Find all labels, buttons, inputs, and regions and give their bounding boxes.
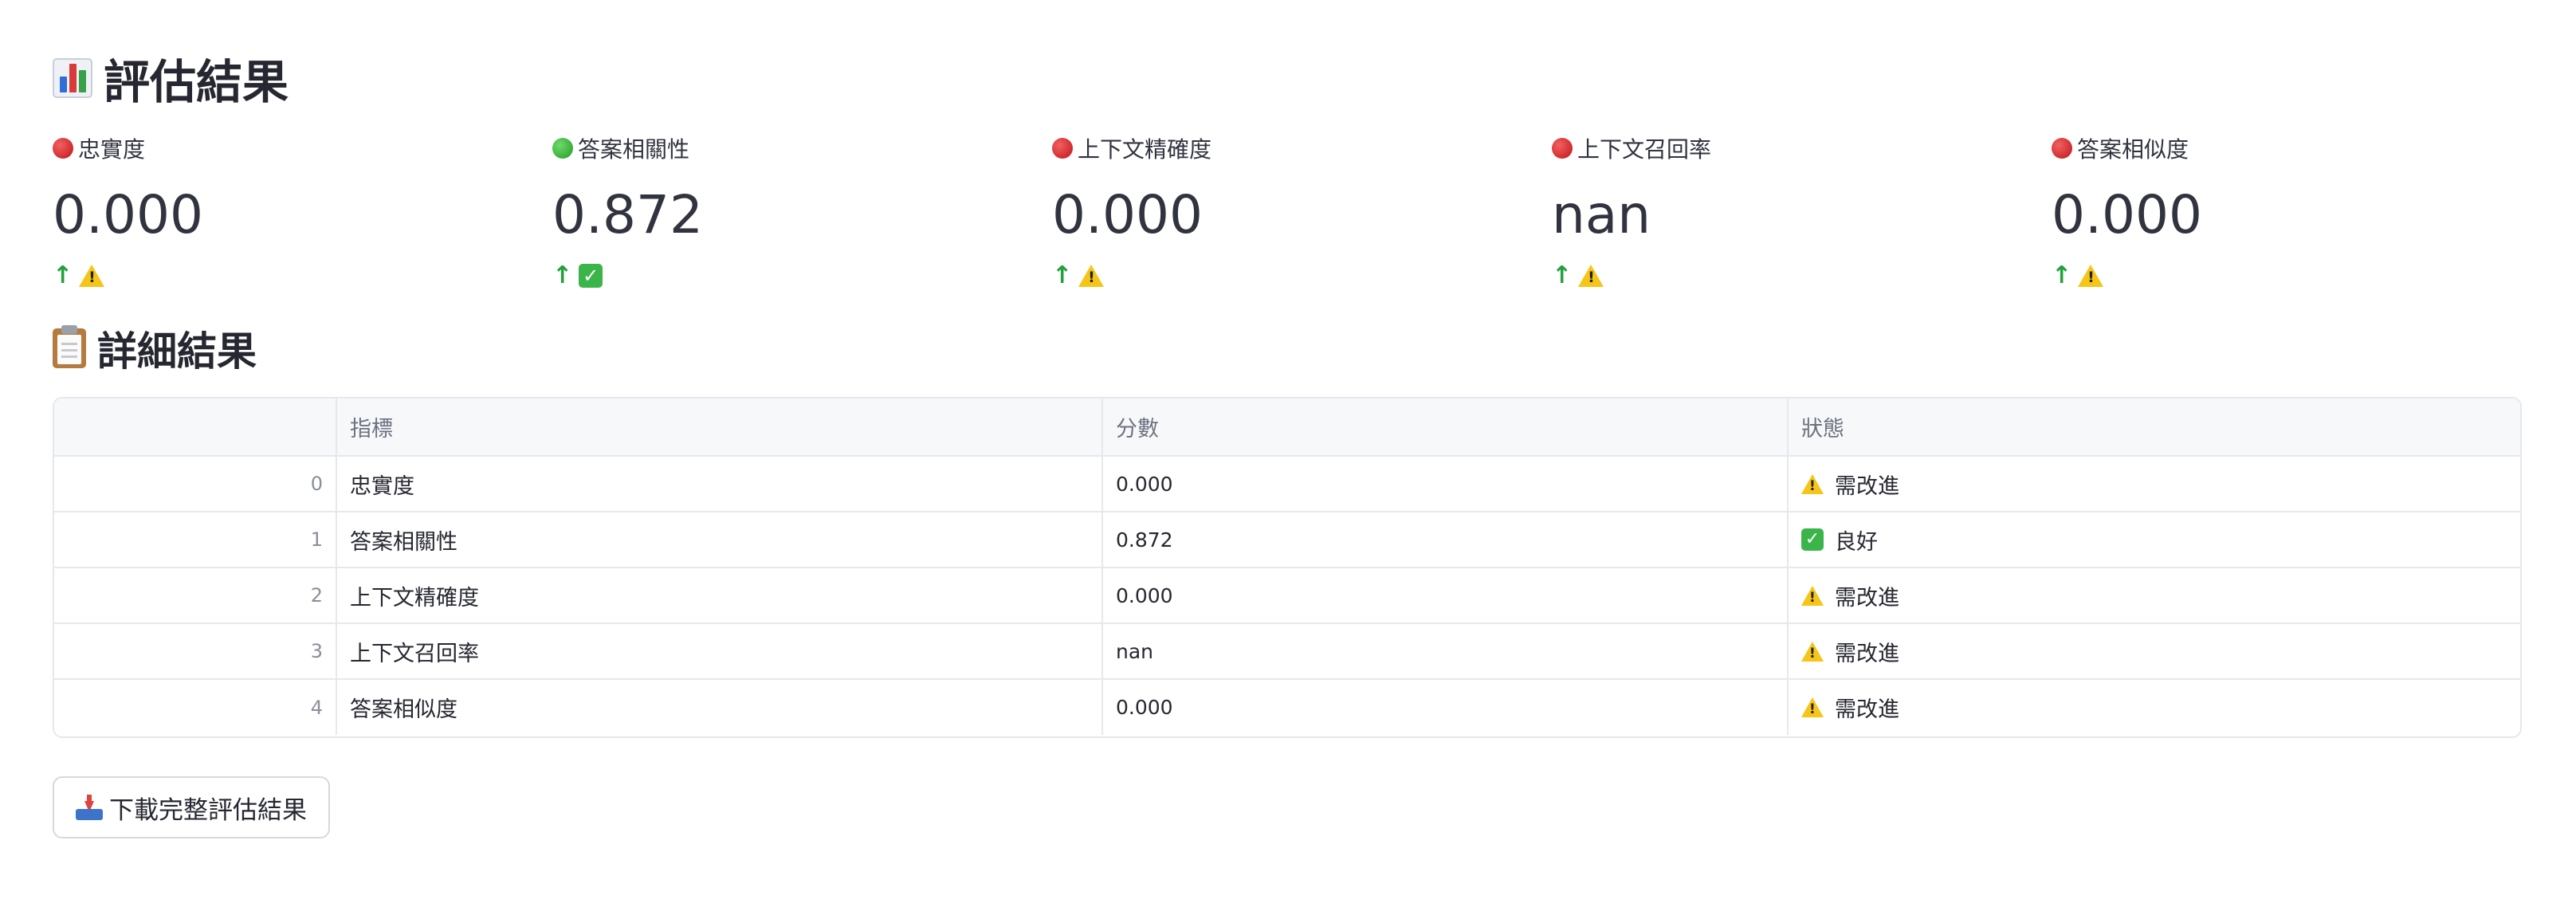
arrow-up-icon: ↑ [1552, 261, 1573, 289]
metric-delta: ↑ [1552, 261, 1998, 290]
warning-icon [1078, 265, 1105, 287]
table-row: 0 忠實度 0.000 需改進 [54, 456, 2520, 512]
metric-cell[interactable]: 忠實度 [336, 456, 1103, 512]
arrow-up-icon: ↑ [552, 261, 573, 289]
metric-cell[interactable]: 上下文召回率 [336, 623, 1103, 680]
red-circle-icon [1052, 138, 1073, 159]
table-row: 2 上下文精確度 0.000 需改進 [54, 567, 2520, 624]
metric-delta: ↑ [2052, 261, 2498, 290]
metric-cell[interactable]: 答案相關性 [336, 512, 1103, 568]
metric-value: nan [1552, 184, 1651, 245]
metric-delta: ↑ [1052, 261, 1498, 290]
score-cell[interactable]: 0.000 [1102, 567, 1789, 624]
status-cell[interactable]: 需改進 [1788, 623, 2520, 680]
metric-context-recall: 上下文召回率 nan ↑ [1552, 132, 1998, 290]
metric-answer-relevancy: 答案相關性 0.872 ↑ ✓ [552, 132, 999, 290]
table-row: 1 答案相關性 0.872 ✓ 良好 [54, 512, 2520, 568]
column-header-status[interactable]: 狀態 [1788, 399, 2520, 457]
row-index[interactable]: 2 [54, 567, 337, 624]
warning-icon [1801, 473, 1824, 494]
status-text: 需改進 [1835, 641, 1899, 666]
metric-value: 0.000 [1052, 184, 1203, 245]
status-cell[interactable]: 需改進 [1788, 679, 2520, 735]
check-icon: ✓ [579, 264, 603, 288]
table-header-row: 指標 分數 狀態 [54, 399, 2520, 457]
table-row: 4 答案相似度 0.000 需改進 [54, 679, 2520, 735]
column-header-score[interactable]: 分數 [1102, 399, 1789, 457]
status-text: 需改進 [1835, 585, 1899, 611]
arrow-up-icon: ↑ [53, 261, 73, 289]
clipboard-icon [53, 325, 86, 368]
status-cell[interactable]: 需改進 [1788, 567, 2520, 624]
metric-value: 0.000 [2052, 184, 2202, 245]
inbox-tray-icon [76, 795, 103, 820]
row-index[interactable]: 1 [54, 512, 337, 568]
metric-value: 0.000 [53, 184, 203, 245]
metric-cell[interactable]: 上下文精確度 [336, 567, 1103, 624]
evaluation-heading: 評估結果 [53, 46, 289, 110]
metric-label: 答案相似度 [2077, 136, 2189, 163]
evaluation-page: 評估結果 忠實度 0.000 ↑ 答案相關性 0.872 ↑ ✓ 上下文精確度 … [0, 0, 2576, 907]
metric-cell[interactable]: 答案相似度 [336, 679, 1103, 735]
red-circle-icon [53, 138, 73, 159]
metric-delta: ↑ [53, 261, 499, 290]
score-cell[interactable]: nan [1102, 623, 1789, 680]
status-text: 良好 [1835, 529, 1878, 555]
status-text: 需改進 [1835, 697, 1899, 722]
details-heading: 詳細結果 [53, 320, 257, 376]
warning-icon [79, 265, 105, 287]
red-circle-icon [2052, 138, 2072, 159]
warning-icon [2078, 265, 2104, 287]
score-cell[interactable]: 0.000 [1102, 456, 1789, 512]
metric-label: 上下文召回率 [1577, 136, 1712, 163]
table-row: 3 上下文召回率 nan 需改進 [54, 623, 2520, 680]
row-index[interactable]: 0 [54, 456, 337, 512]
score-cell[interactable]: 0.872 [1102, 512, 1789, 568]
details-title: 詳細結果 [97, 328, 257, 375]
arrow-up-icon: ↑ [1052, 261, 1073, 289]
bar-chart-icon [53, 58, 92, 98]
results-table[interactable]: 指標 分數 狀態 0 忠實度 0.000 需改進 [53, 397, 2522, 738]
metric-label: 忠實度 [78, 136, 146, 163]
warning-icon [1801, 697, 1824, 717]
metric-delta: ↑ ✓ [552, 261, 999, 290]
green-circle-icon [552, 138, 573, 159]
row-index[interactable]: 4 [54, 679, 337, 735]
arrow-up-icon: ↑ [2052, 261, 2072, 289]
metric-answer-similarity: 答案相似度 0.000 ↑ [2052, 132, 2498, 290]
metric-value: 0.872 [552, 184, 703, 245]
status-cell[interactable]: 需改進 [1788, 456, 2520, 512]
row-index[interactable]: 3 [54, 623, 337, 680]
status-text: 需改進 [1835, 473, 1899, 499]
column-header-index[interactable] [54, 399, 337, 457]
score-cell[interactable]: 0.000 [1102, 679, 1789, 735]
evaluation-title: 評估結果 [104, 55, 289, 109]
metric-label: 答案相關性 [578, 136, 690, 163]
metric-faithfulness: 忠實度 0.000 ↑ [53, 132, 499, 290]
warning-icon [1801, 641, 1824, 662]
download-results-button[interactable]: 下載完整評估結果 [53, 776, 330, 838]
metric-label: 上下文精確度 [1078, 136, 1212, 163]
status-cell[interactable]: ✓ 良好 [1788, 512, 2520, 568]
warning-icon [1801, 585, 1824, 606]
red-circle-icon [1552, 138, 1573, 159]
download-button-label: 下載完整評估結果 [109, 795, 307, 825]
column-header-metric[interactable]: 指標 [336, 399, 1103, 457]
warning-icon [1578, 265, 1604, 287]
check-icon: ✓ [1801, 528, 1824, 551]
metric-context-precision: 上下文精確度 0.000 ↑ [1052, 132, 1498, 290]
